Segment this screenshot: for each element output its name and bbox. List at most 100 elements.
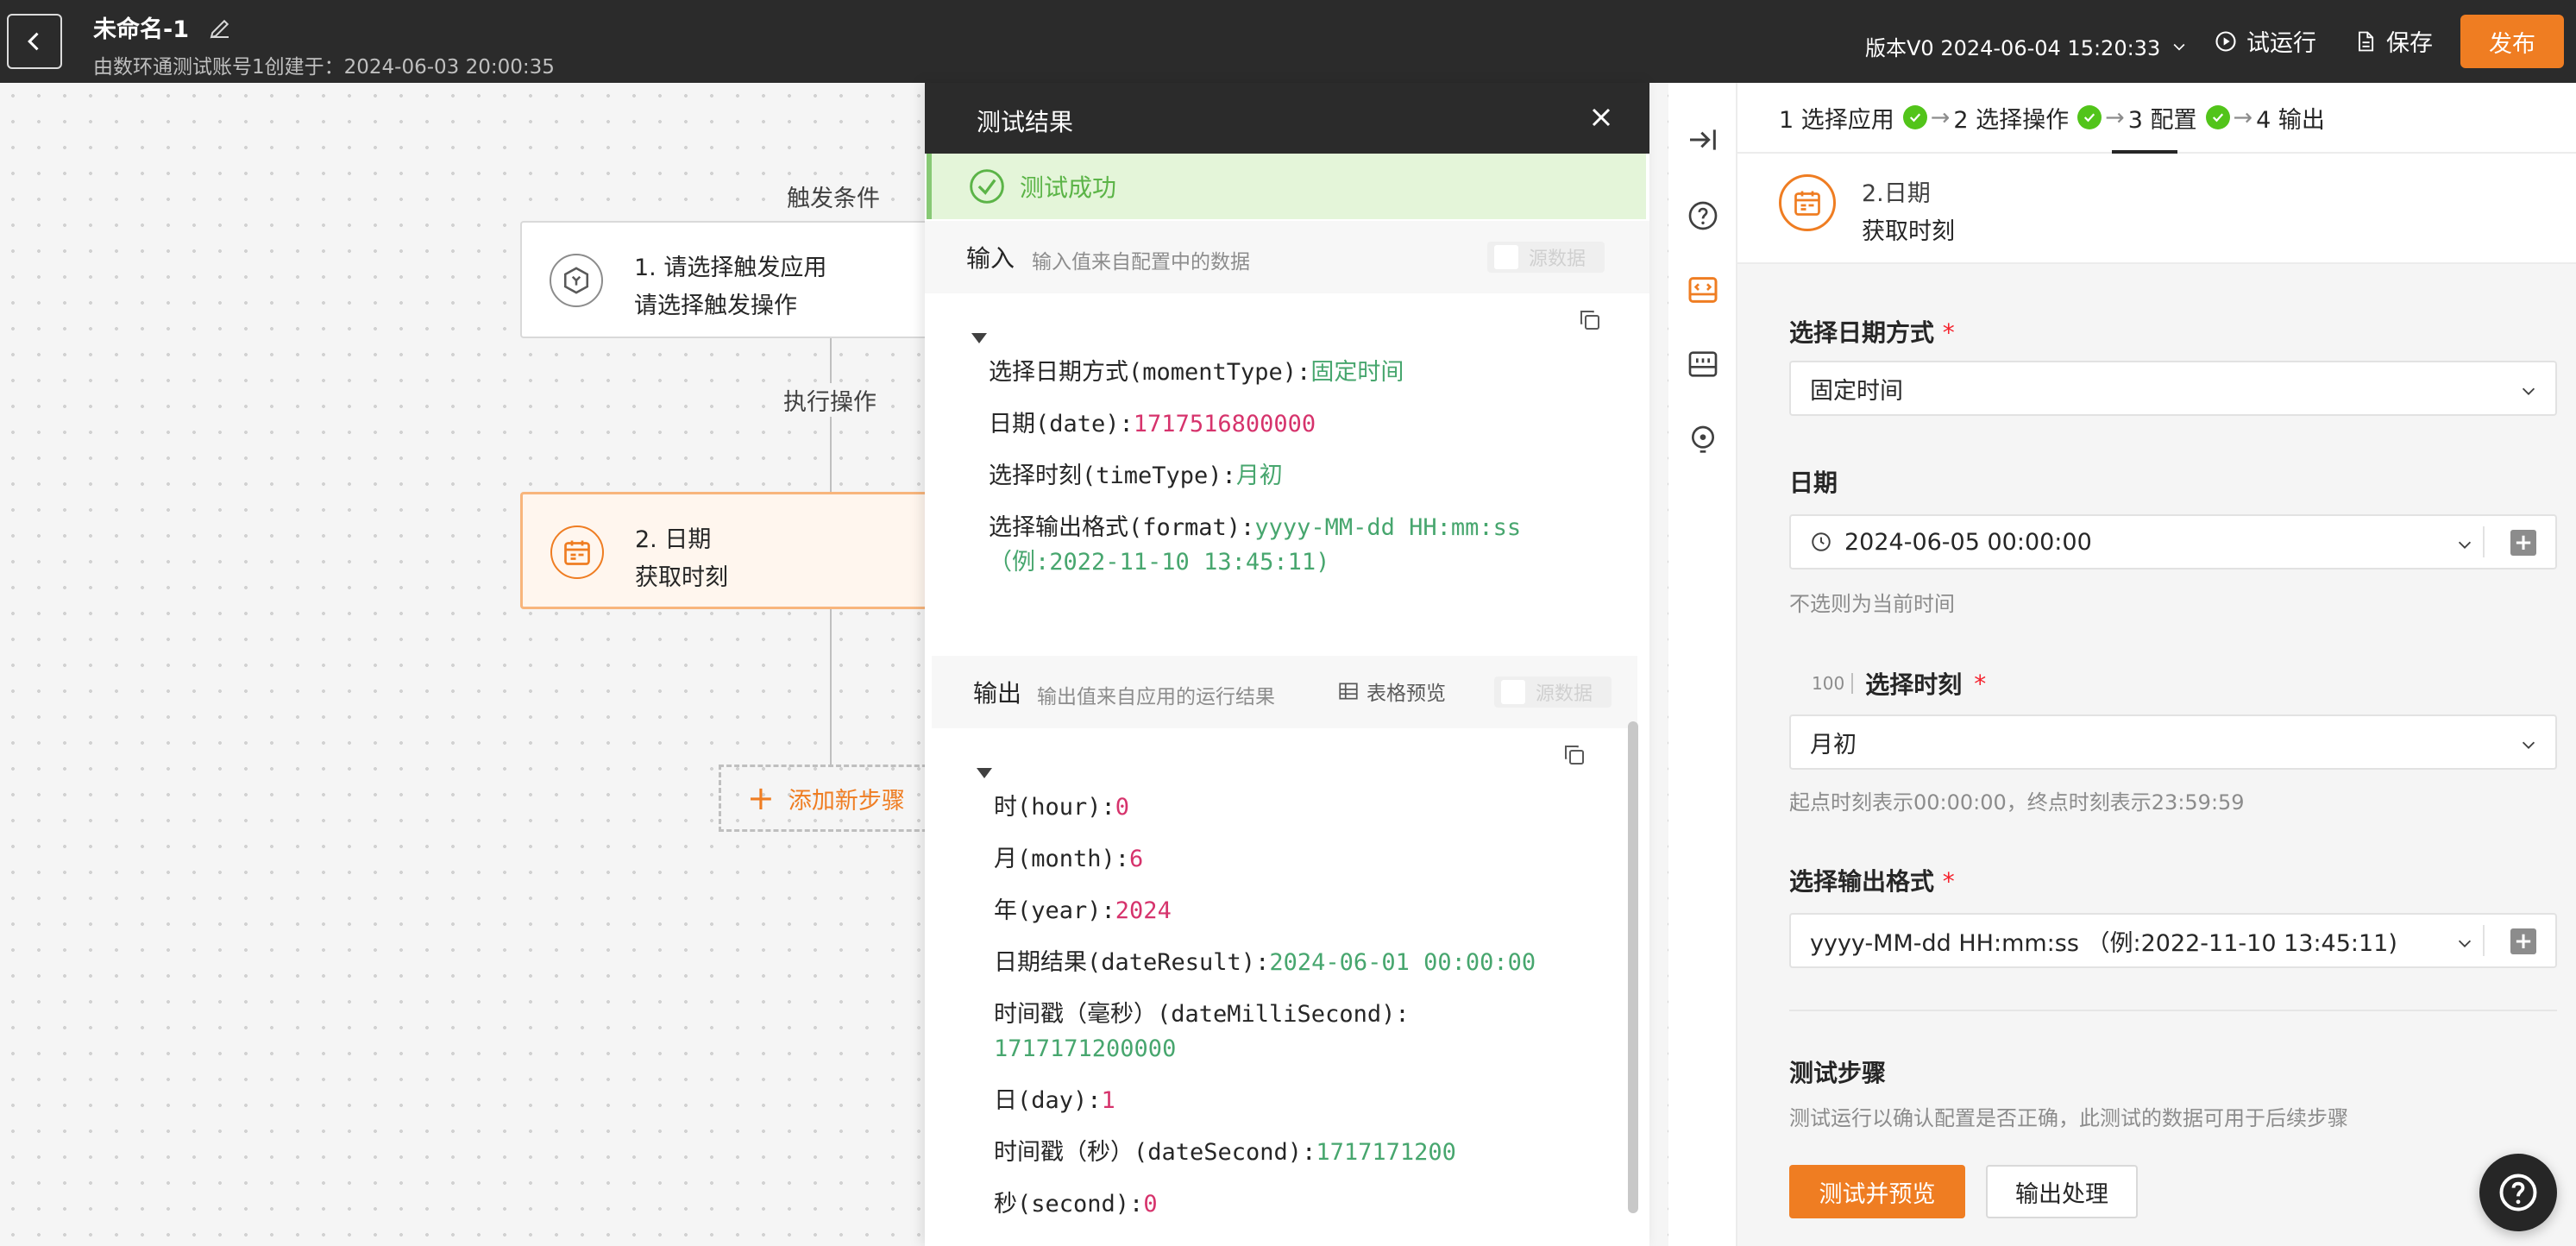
edit-icon[interactable] [207, 16, 233, 41]
test-step-title: 测试步骤 [1789, 1059, 1887, 1087]
back-button[interactable] [7, 14, 62, 69]
help-icon[interactable] [1686, 198, 1720, 233]
trial-run-button[interactable]: 试运行 [2214, 24, 2316, 58]
trial-run-label: 试运行 [2246, 30, 2316, 57]
clock-icon [1812, 532, 1831, 551]
publish-button[interactable]: 发布 [2460, 15, 2564, 68]
connector-line [830, 609, 832, 765]
chevron-down-icon [2458, 940, 2472, 947]
step-select-app[interactable]: 1 选择应用 [1779, 101, 1927, 135]
toggle-knob [1501, 680, 1525, 704]
copy-icon[interactable] [1561, 742, 1587, 768]
input-row: 日期(date):1717516800000 [989, 411, 1316, 437]
trigger-node[interactable]: 1. 请选择触发应用 请选择触发操作 [520, 221, 934, 338]
arrow-right-icon: → [2233, 104, 2253, 131]
flow-title: 未命名-1 [93, 16, 189, 43]
output-process-button[interactable]: 输出处理 [1986, 1165, 2138, 1218]
input-row: 选择输出格式(format):yyyy-MM-dd HH:mm:ss （例:202… [989, 514, 1522, 576]
add-step-button[interactable]: + 添加新步骤 [719, 765, 943, 832]
help-icon [2499, 1174, 2537, 1211]
select-value: 固定时间 [1810, 377, 1903, 405]
input-subtitle: 输入值来自配置中的数据 [1032, 251, 1250, 274]
time-select[interactable]: 月初 [1789, 714, 2557, 770]
output-scrollbar[interactable] [1628, 721, 1638, 1213]
date-node[interactable]: 2. 日期 获取时刻 [520, 492, 934, 609]
output-title: 输出 [973, 679, 1022, 708]
check-icon [1902, 105, 1927, 129]
collapse-panel-icon[interactable] [1686, 123, 1720, 157]
top-bar: 未命名-1 由数环通测试账号1创建于：2024-06-03 20:00:35 版… [0, 0, 2576, 83]
panel-title: 测试结果 [977, 108, 1074, 136]
add-step-label: 添加新步骤 [788, 787, 905, 815]
arrow-right-icon: → [2105, 104, 2125, 131]
calendar-icon [1794, 191, 1820, 216]
help-chat-button[interactable] [2479, 1154, 2557, 1231]
selected-app-card: 2.日期 获取时刻 [1737, 154, 2576, 264]
flow-subtitle: 由数环通测试账号1创建于：2024-06-03 20:00:35 [93, 56, 555, 79]
insert-variable-icon[interactable]: + [2510, 928, 2536, 954]
save-label: 保存 [2386, 30, 2433, 57]
date-app-icon [1779, 174, 1836, 231]
app-action: 获取时刻 [1862, 218, 1955, 245]
close-icon[interactable] [1586, 102, 1617, 133]
calendar-icon [564, 540, 590, 565]
date-app-icon [550, 525, 604, 579]
input-row: 选择时刻(timeType):月初 [989, 463, 1283, 489]
step-progress: 1 选择应用 → 2 选择操作 → 3 配置 → 4 输出 [1737, 83, 2576, 154]
test-preview-button[interactable]: 测试并预览 [1789, 1165, 1965, 1218]
check-circle-icon [970, 169, 1004, 204]
collapse-caret-icon[interactable] [977, 768, 992, 778]
step-output[interactable]: 4 输出 [2256, 101, 2325, 135]
select-value: yyyy-MM-dd HH:mm:ss （例:2022-11-10 13:45:… [1810, 929, 2397, 957]
input-title: 输入 [966, 244, 1015, 273]
version-select[interactable]: 版本V0 2024-06-04 15:20:33 [1865, 31, 2188, 61]
step-select-action[interactable]: 2 选择操作 [1953, 101, 2102, 135]
bulb-icon[interactable] [1686, 423, 1720, 457]
output-row: 日(day):1 [994, 1087, 1115, 1114]
time-label: 100 选择时刻 * [1812, 669, 1987, 700]
chevron-down-icon [2173, 43, 2185, 51]
output-section-header: 输出 输出值来自应用的运行结果 表格预览 源数据 [932, 656, 1637, 728]
trigger-app-icon [550, 254, 603, 307]
action-label: 执行操作 [782, 383, 878, 417]
hexagon-icon [563, 267, 589, 294]
chevron-down-icon [2522, 387, 2535, 395]
raw-data-toggle[interactable]: 源数据 [1494, 676, 1612, 708]
success-banner: 测试成功 [927, 154, 1646, 219]
tool-rail [1668, 83, 1737, 1246]
required-mark: * [1974, 669, 1987, 698]
date-picker[interactable]: 2024-06-05 00:00:00 + [1789, 514, 2557, 570]
node-subtitle: 获取时刻 [635, 564, 728, 591]
chevron-down-icon [2522, 741, 2535, 749]
step-configure[interactable]: 3 配置 [2128, 101, 2230, 135]
output-row: 年(year):2024 [994, 897, 1172, 924]
code-icon[interactable] [1686, 273, 1720, 307]
log-icon[interactable] [1686, 347, 1720, 381]
output-row: 时间戳（秒）(dateSecond):1717171200 [994, 1139, 1456, 1166]
format-select[interactable]: yyyy-MM-dd HH:mm:ss （例:2022-11-10 13:45:… [1789, 913, 2557, 968]
table-preview-button[interactable]: 表格预览 [1337, 676, 1446, 706]
output-row: 月(month):6 [994, 846, 1144, 872]
insert-variable-icon[interactable]: + [2510, 530, 2536, 556]
node-title: 2. 日期 [635, 526, 712, 553]
output-row: 日期结果(dateResult):2024-06-01 00:00:00 [994, 949, 1536, 976]
raw-data-toggle[interactable]: 源数据 [1487, 242, 1605, 273]
required-mark: * [1942, 867, 1955, 896]
number-type-icon: 100 [1812, 673, 1854, 694]
section-divider [1789, 1010, 2557, 1011]
select-value: 月初 [1810, 731, 1857, 758]
save-button[interactable]: 保存 [2353, 24, 2433, 58]
toggle-label: 源数据 [1536, 683, 1593, 705]
app-name: 2.日期 [1862, 180, 1931, 207]
collapse-caret-icon[interactable] [971, 333, 987, 343]
output-row: 时(hour):0 [994, 794, 1130, 821]
divider [2483, 925, 2485, 956]
copy-icon[interactable] [1577, 307, 1603, 333]
date-mode-select[interactable]: 固定时间 [1789, 361, 2557, 416]
check-icon [2077, 105, 2102, 129]
input-row: 选择日期方式(momentType):固定时间 [989, 359, 1404, 386]
plus-icon: + [747, 779, 775, 817]
arrow-right-icon: → [1930, 104, 1951, 131]
date-hint: 不选则为当前时间 [1789, 592, 1955, 616]
check-icon [2205, 105, 2230, 129]
